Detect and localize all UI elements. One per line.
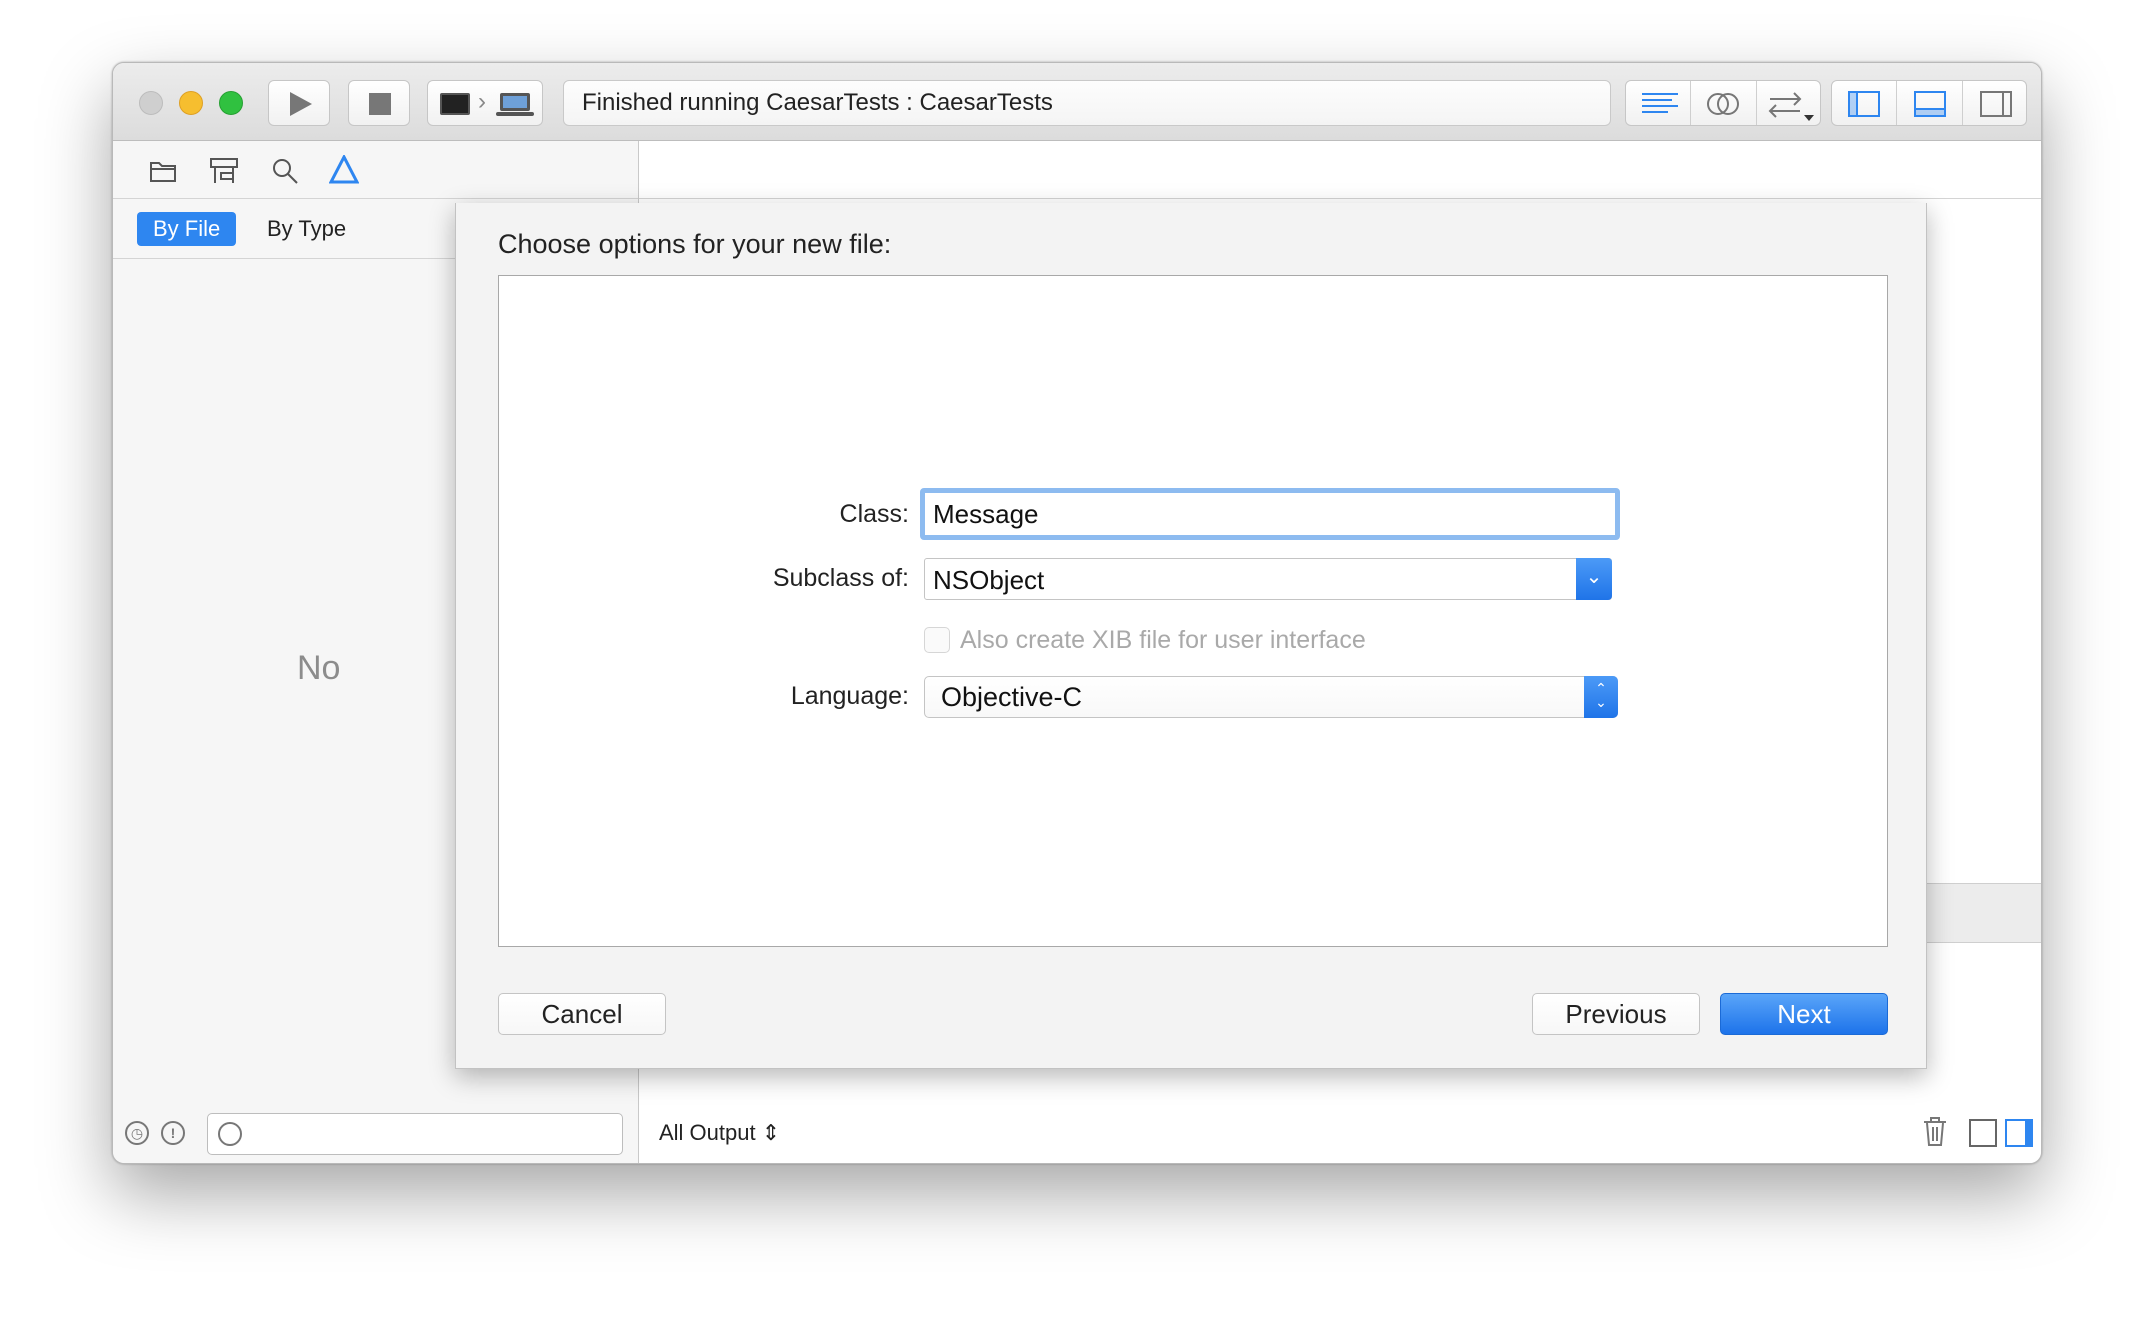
variables-view-toggle-icon[interactable] xyxy=(1969,1119,1997,1147)
subclass-value: NSObject xyxy=(933,565,1045,595)
xib-checkbox[interactable] xyxy=(924,627,950,653)
issue-navigator-icon[interactable] xyxy=(329,155,359,185)
view-toggle-control xyxy=(1831,80,2027,126)
language-label: Language: xyxy=(790,682,909,710)
next-button[interactable]: Next xyxy=(1720,993,1888,1035)
terminal-icon xyxy=(440,93,470,115)
class-label: Class: xyxy=(839,500,909,528)
editor-mode-control xyxy=(1625,80,1821,126)
run-button[interactable] xyxy=(268,80,330,126)
stop-button[interactable] xyxy=(348,80,410,126)
play-icon xyxy=(290,92,312,116)
navigator-toggle-icon[interactable] xyxy=(1848,91,1880,117)
toolbar: › Finished running CaesarTests : CaesarT… xyxy=(113,63,2041,141)
warning-filter-icon[interactable]: ! xyxy=(161,1121,185,1145)
navigator-tab-bar xyxy=(113,141,638,199)
xcode-window: › Finished running CaesarTests : CaesarT… xyxy=(112,62,2042,1164)
language-value: Objective-C xyxy=(941,682,1083,712)
standard-editor-icon[interactable] xyxy=(1642,91,1678,117)
stop-icon xyxy=(369,93,391,115)
filter-icon xyxy=(218,1122,242,1146)
macbook-base-icon xyxy=(496,112,534,116)
console-footer: All Output ⇕ xyxy=(639,1101,2041,1163)
version-editor-icon[interactable] xyxy=(1766,89,1816,123)
language-popup-button[interactable]: Objective-C ⌃ ⌄ xyxy=(924,676,1618,718)
by-type-filter-tab[interactable]: By Type xyxy=(251,212,362,246)
navigator-filter-footer: ◷ ! xyxy=(113,1101,638,1163)
chevron-down-icon[interactable]: ⌄ xyxy=(1576,558,1612,600)
macbook-icon xyxy=(500,93,530,111)
zoom-window-button[interactable] xyxy=(219,91,243,115)
sheet-title: Choose options for your new file: xyxy=(498,229,892,259)
scheme-selector[interactable]: › xyxy=(427,80,543,126)
options-panel: Class: Message Subclass of: NSObject ⌄ A… xyxy=(498,275,1888,947)
new-file-options-sheet: Choose options for your new file: Class:… xyxy=(455,203,1927,1069)
close-window-button[interactable] xyxy=(139,91,163,115)
utilities-toggle-icon[interactable] xyxy=(1980,91,2012,117)
class-name-field[interactable]: Message xyxy=(920,488,1620,540)
chevron-right-icon: › xyxy=(478,88,486,115)
subclass-label: Subclass of: xyxy=(772,564,909,592)
up-down-chevron-icon: ⌃ ⌄ xyxy=(1584,676,1618,718)
assistant-editor-icon[interactable] xyxy=(1706,89,1740,119)
by-file-filter-tab[interactable]: By File xyxy=(137,212,237,246)
trash-icon[interactable] xyxy=(1923,1117,1947,1147)
search-icon[interactable] xyxy=(271,157,299,185)
activity-viewer: Finished running CaesarTests : CaesarTes… xyxy=(563,80,1611,126)
subclass-combo-box[interactable]: NSObject ⌄ xyxy=(924,558,1612,600)
xib-checkbox-label: Also create XIB file for user interface xyxy=(960,626,1366,654)
console-view-toggle-icon[interactable] xyxy=(2005,1119,2033,1147)
jump-bar xyxy=(639,141,2041,199)
navigator-filter-field[interactable] xyxy=(207,1113,623,1155)
navigator-empty-message: No xyxy=(297,649,341,687)
folder-icon[interactable] xyxy=(149,159,177,183)
minimize-window-button[interactable] xyxy=(179,91,203,115)
previous-button[interactable]: Previous xyxy=(1532,993,1700,1035)
output-selector[interactable]: All Output ⇕ xyxy=(659,1120,780,1146)
symbol-hierarchy-icon[interactable] xyxy=(209,157,239,185)
debug-area-toggle-icon[interactable] xyxy=(1914,91,1946,117)
clock-icon[interactable]: ◷ xyxy=(125,1121,149,1145)
cancel-button[interactable]: Cancel xyxy=(498,993,666,1035)
